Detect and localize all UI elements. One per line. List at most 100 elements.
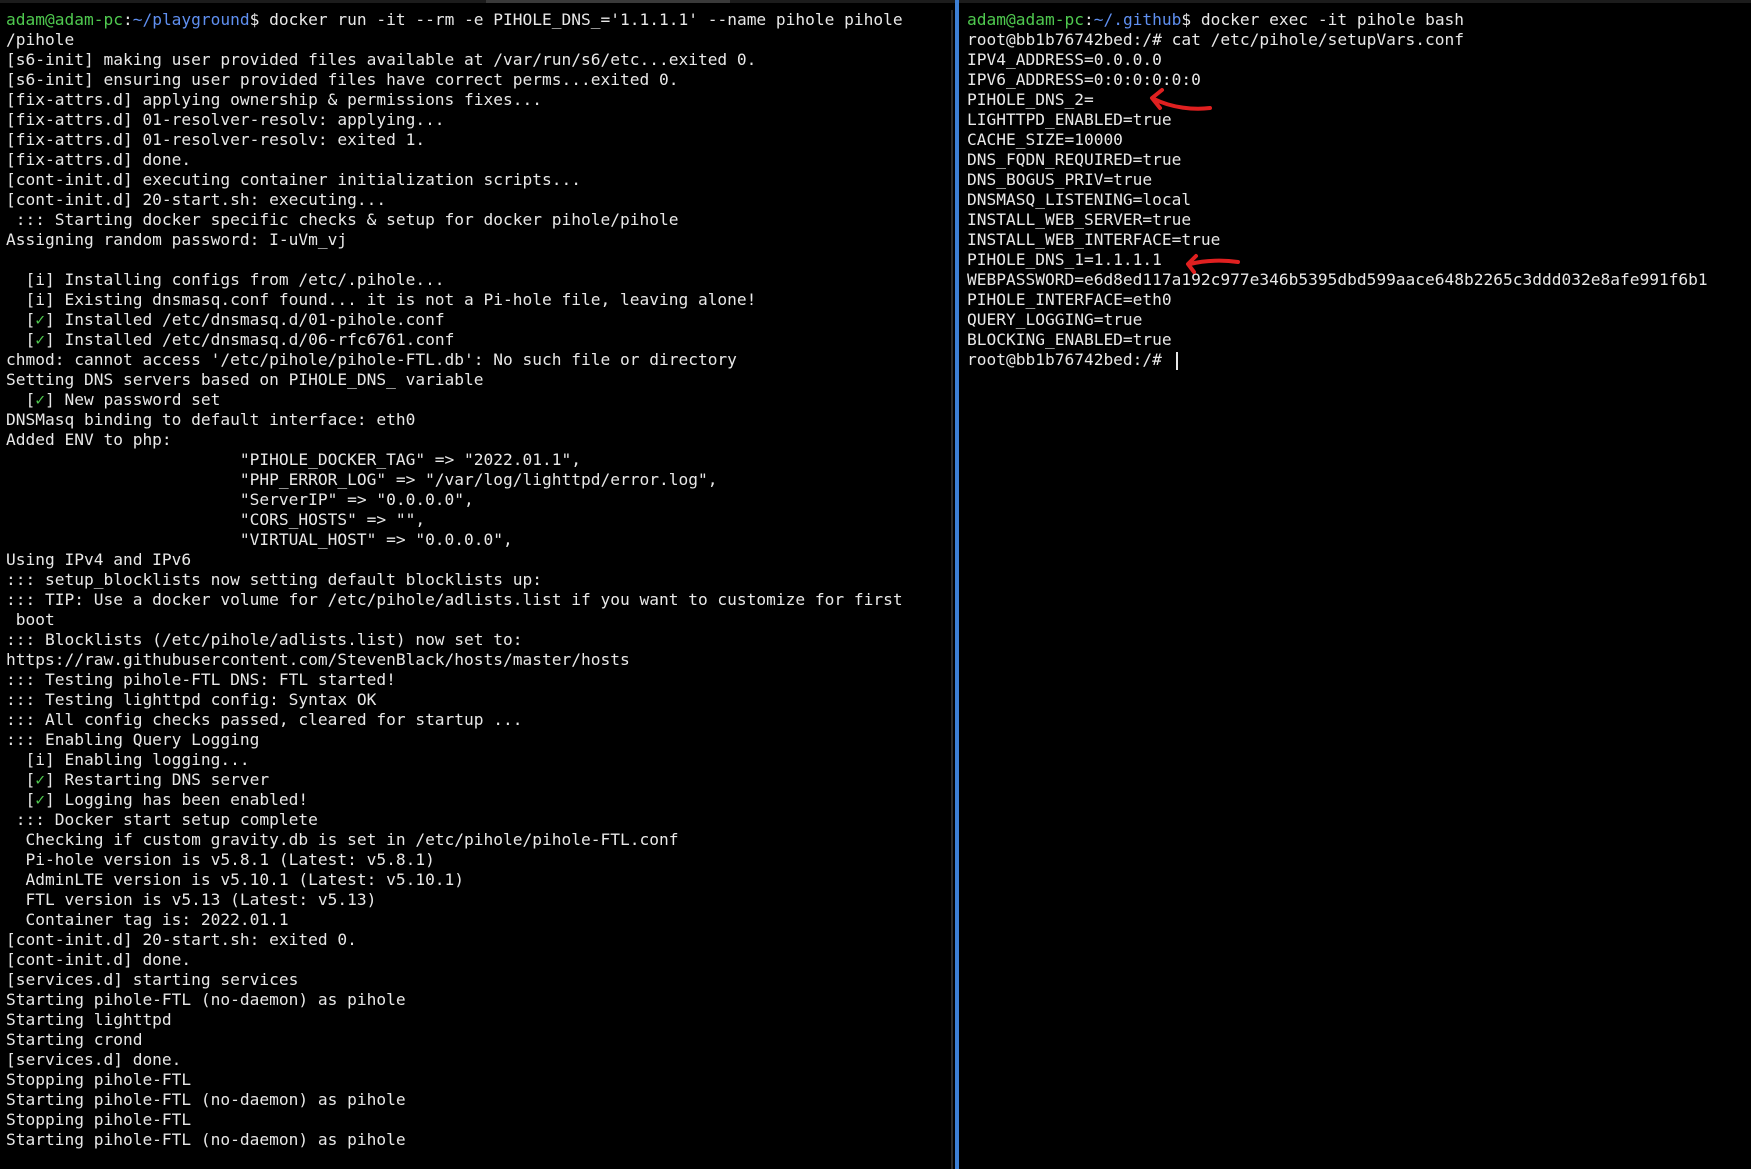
- terminal-line: Starting lighttpd: [6, 1010, 172, 1029]
- terminal-line: /pihole: [6, 30, 75, 49]
- terminal-line: Using IPv4 and IPv6: [6, 550, 192, 569]
- terminal-line: [s6-init] making user provided files ava…: [6, 50, 757, 69]
- terminal-line: ::: Docker start setup complete: [6, 810, 318, 829]
- left-terminal-output: adam@adam-pc:~/playground$ docker run -i…: [6, 10, 951, 1150]
- terminal-line: ::: Testing pihole-FTL DNS: FTL started!: [6, 670, 396, 689]
- prompt-command: docker exec -it pihole bash: [1191, 10, 1465, 29]
- terminal-line: [fix-attrs.d] done.: [6, 150, 192, 169]
- terminal-line: Starting pihole-FTL (no-daemon) as pihol…: [6, 990, 406, 1009]
- check-mark-icon: ✓: [35, 330, 45, 349]
- terminal-line: [fix-attrs.d] 01-resolver-resolv: applyi…: [6, 110, 445, 129]
- terminal-line: ::: Testing lighttpd config: Syntax OK: [6, 690, 377, 709]
- check-mark-icon: ✓: [35, 790, 45, 809]
- terminal-line: ::: Blocklists (/etc/pihole/adlists.list…: [6, 630, 523, 649]
- terminal-line: [cont-init.d] 20-start.sh: exited 0.: [6, 930, 357, 949]
- check-mark-icon: ✓: [35, 310, 45, 329]
- prompt-separator: :: [1083, 10, 1094, 29]
- terminal-line: PIHOLE_DNS_1=1.1.1.1: [967, 250, 1162, 269]
- terminal-line: CACHE_SIZE=10000: [967, 130, 1123, 149]
- left-prompt-line: adam@adam-pc:~/playground$ docker run -i…: [6, 10, 951, 30]
- terminal-line: Assigning random password: I-uVm_vj: [6, 230, 348, 249]
- prompt-symbol: $: [249, 10, 260, 29]
- left-terminal-pane[interactable]: adam@adam-pc:~/playground$ docker run -i…: [0, 0, 951, 1169]
- terminal-line: [fix-attrs.d] 01-resolver-resolv: exited…: [6, 130, 426, 149]
- terminal-line: ::: TIP: Use a docker volume for /etc/pi…: [6, 590, 903, 609]
- terminal-line: boot: [6, 610, 55, 629]
- terminal-line: "PHP_ERROR_LOG" => "/var/log/lighttpd/er…: [6, 470, 718, 489]
- terminal-line: root@bb1b76742bed:/# cat /etc/pihole/set…: [967, 30, 1465, 49]
- check-mark-icon: ✓: [35, 390, 45, 409]
- terminal-line: "CORS_HOSTS" => "",: [6, 510, 426, 529]
- terminal-line: PIHOLE_DNS_2=: [967, 90, 1094, 109]
- terminal-line: Starting pihole-FTL (no-daemon) as pihol…: [6, 1090, 406, 1109]
- check-mark-icon: ✓: [35, 770, 45, 789]
- terminal-line: IPV4_ADDRESS=0.0.0.0: [967, 50, 1162, 69]
- terminal-line: Starting pihole-FTL (no-daemon) as pihol…: [6, 1130, 406, 1149]
- terminal-line: INSTALL_WEB_INTERFACE=true: [967, 230, 1221, 249]
- current-prompt: root@bb1b76742bed:/#: [967, 350, 1172, 369]
- terminal-line: PIHOLE_INTERFACE=eth0: [967, 290, 1172, 309]
- terminal-line: https://raw.githubusercontent.com/Steven…: [6, 650, 630, 669]
- right-terminal-output: adam@adam-pc:~/.github$ docker exec -it …: [967, 10, 1751, 370]
- terminal-line: [i] Installing configs from /etc/.pihole…: [6, 270, 445, 289]
- terminal-line: Setting DNS servers based on PIHOLE_DNS_…: [6, 370, 484, 389]
- terminal-line: DNSMASQ_LISTENING=local: [967, 190, 1192, 209]
- prompt-path: ~/.github: [1093, 10, 1182, 29]
- terminal-line: [✓] Installed /etc/dnsmasq.d/01-pihole.c…: [6, 310, 445, 329]
- terminal-line: DNS_BOGUS_PRIV=true: [967, 170, 1153, 189]
- prompt-command: docker run -it --rm -e PIHOLE_DNS_='1.1.…: [259, 10, 903, 29]
- terminal-line: DNSMasq binding to default interface: et…: [6, 410, 416, 429]
- right-prompt-line: adam@adam-pc:~/.github$ docker exec -it …: [967, 10, 1751, 30]
- terminal-line: ::: Enabling Query Logging: [6, 730, 260, 749]
- terminal-line: "ServerIP" => "0.0.0.0",: [6, 490, 474, 509]
- right-terminal-pane[interactable]: adam@adam-pc:~/.github$ docker exec -it …: [962, 0, 1751, 1169]
- terminal-line: QUERY_LOGGING=true: [967, 310, 1143, 329]
- terminal-line: Stopping pihole-FTL: [6, 1070, 192, 1089]
- terminal-line: FTL version is v5.13 (Latest: v5.13): [6, 890, 377, 909]
- terminal-line: Pi-hole version is v5.8.1 (Latest: v5.8.…: [6, 850, 435, 869]
- prompt-user-host: adam@adam-pc: [6, 10, 123, 29]
- terminal-line: IPV6_ADDRESS=0:0:0:0:0:0: [967, 70, 1201, 89]
- terminal-line: [s6-init] ensuring user provided files h…: [6, 70, 679, 89]
- terminal-line: Container tag is: 2022.01.1: [6, 910, 289, 929]
- prompt-separator: :: [122, 10, 133, 29]
- terminal-line: Stopping pihole-FTL: [6, 1110, 192, 1129]
- terminal-line: [✓] Restarting DNS server: [6, 770, 270, 789]
- pane-divider-edge: [951, 10, 953, 1169]
- terminal-line: DNS_FQDN_REQUIRED=true: [967, 150, 1182, 169]
- text-cursor: [1175, 351, 1178, 370]
- terminal-line: [✓] Logging has been enabled!: [6, 790, 309, 809]
- terminal-line: ::: Starting docker specific checks & se…: [6, 210, 679, 229]
- active-pane-divider[interactable]: [955, 0, 959, 1169]
- terminal-line: INSTALL_WEB_SERVER=true: [967, 210, 1192, 229]
- terminal-line: Starting crond: [6, 1030, 143, 1049]
- terminal-line: BLOCKING_ENABLED=true: [967, 330, 1172, 349]
- terminal-line: [✓] New password set: [6, 390, 221, 409]
- red-arrow-pihole-dns-1-icon: [1186, 254, 1240, 274]
- prompt-symbol: $: [1181, 10, 1192, 29]
- terminal-line: [i] Existing dnsmasq.conf found... it is…: [6, 290, 757, 309]
- terminal-line: [✓] Installed /etc/dnsmasq.d/06-rfc6761.…: [6, 330, 455, 349]
- terminal-line: [cont-init.d] 20-start.sh: executing...: [6, 190, 387, 209]
- current-prompt-line[interactable]: root@bb1b76742bed:/#: [967, 350, 1751, 370]
- left-output-lines: /pihole [s6-init] making user provided fi…: [6, 30, 951, 1150]
- terminal-line: [fix-attrs.d] applying ownership & permi…: [6, 90, 543, 109]
- terminal-line: chmod: cannot access '/etc/pihole/pihole…: [6, 350, 737, 369]
- terminal-line: ::: All config checks passed, cleared fo…: [6, 710, 523, 729]
- terminal-line: LIGHTTPD_ENABLED=true: [967, 110, 1172, 129]
- terminal-line: [i] Enabling logging...: [6, 750, 250, 769]
- terminal-line: AdminLTE version is v5.10.1 (Latest: v5.…: [6, 870, 465, 889]
- terminal-line: ::: setup_blocklists now setting default…: [6, 570, 543, 589]
- terminal-line: "PIHOLE_DOCKER_TAG" => "2022.01.1",: [6, 450, 581, 469]
- right-output-lines: root@bb1b76742bed:/# cat /etc/pihole/set…: [967, 30, 1751, 350]
- terminal-line: [cont-init.d] executing container initia…: [6, 170, 581, 189]
- terminal-line: [services.d] starting services: [6, 970, 299, 989]
- terminal-line: Checking if custom gravity.db is set in …: [6, 830, 679, 849]
- terminal-line: Added ENV to php:: [6, 430, 172, 449]
- prompt-path: ~/playground: [132, 10, 250, 29]
- red-arrow-pihole-dns-2-icon: [1150, 88, 1212, 111]
- terminal-line: [cont-init.d] done.: [6, 950, 192, 969]
- prompt-user-host: adam@adam-pc: [967, 10, 1084, 29]
- terminal-line: WEBPASSWORD=e6d8ed117a192c977e346b5395db…: [967, 270, 1708, 289]
